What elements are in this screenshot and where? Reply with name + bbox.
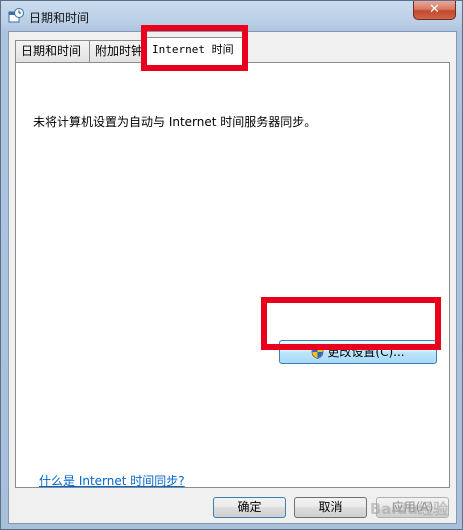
- tab-additional-clocks[interactable]: 附加时钟: [89, 40, 145, 62]
- close-button[interactable]: ✕: [413, 1, 456, 20]
- clock-calendar-icon: [8, 8, 24, 23]
- window-title: 日期和时间: [29, 11, 90, 25]
- cancel-button[interactable]: 取消: [294, 497, 367, 518]
- tab-internet-time[interactable]: Internet 时间: [146, 37, 244, 64]
- internet-time-help-link[interactable]: 什么是 Internet 时间同步?: [39, 472, 185, 489]
- change-settings-label: 更改设置(C)...: [327, 345, 405, 359]
- internet-time-panel: 未将计算机设置为自动与 Internet 时间服务器同步。 更改设置(C)...…: [15, 62, 450, 488]
- apply-button[interactable]: 应用(A): [376, 497, 449, 518]
- dialog-client-area: 日期和时间 附加时钟 Internet 时间 未将计算机设置为自动与 Inter…: [8, 31, 457, 524]
- uac-shield-icon: [312, 345, 324, 359]
- date-time-dialog: 日期和时间 ✕ 日期和时间 附加时钟 Internet 时间 未将计算机设置为自…: [0, 0, 463, 530]
- sync-status-text: 未将计算机设置为自动与 Internet 时间服务器同步。: [33, 115, 317, 129]
- tab-date-time[interactable]: 日期和时间: [15, 40, 90, 62]
- title-bar[interactable]: 日期和时间 ✕: [1, 1, 462, 31]
- ok-button[interactable]: 确定: [213, 497, 286, 518]
- change-settings-button[interactable]: 更改设置(C)...: [279, 340, 437, 364]
